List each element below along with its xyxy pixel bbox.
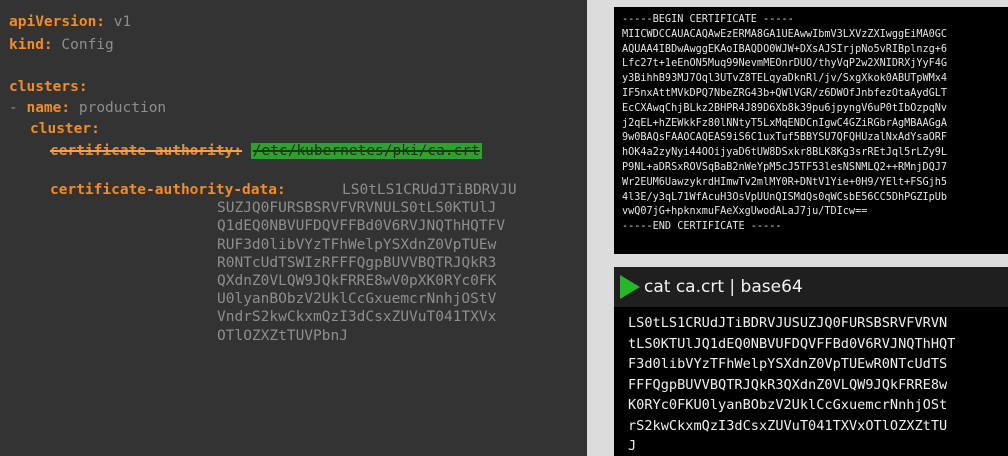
- cert-line: 4l3E/y3qL71WfAcuH3OsVpUUnQISMdQs0qWCsbE5…: [622, 191, 948, 203]
- ca-data-line: LS0tLS1CRUdJTiBDRVJU: [342, 182, 517, 198]
- ca-data-line: OTlOZXZtTUVPbnJ: [217, 327, 348, 344]
- yaml-key-kind: kind:: [9, 37, 53, 53]
- terminal-output-line: LS0tLS1CRUdJTiBDRVJUSUZJQ0FURSBSRVFVRVN: [628, 315, 948, 331]
- yaml-key-apiversion: apiVersion:: [9, 14, 106, 30]
- cert-line: hOK4a2zyNyi44OOijyaD6tUW8DSxkr8BLK8Kg3sr…: [622, 147, 948, 159]
- terminal-command: cat ca.crt | base64: [644, 277, 803, 297]
- yaml-key-cluster: cluster:: [30, 121, 100, 137]
- cert-line: vwQ07jG+hpknxmuFAeXxgUwodALaJ7ju/TDIcw==: [622, 206, 868, 218]
- cert-line: EcCXAwqChjBLkz2BHPR4J89D6Xb8k39pu6jpyngV…: [622, 102, 948, 114]
- cert-line: -----END CERTIFICATE -----: [622, 221, 782, 233]
- yaml-line-cluster: cluster:: [30, 120, 100, 138]
- ca-data-line: SUZJQ0FURSBSRVFVRVNULS0tLS0KTUlJ: [217, 200, 497, 217]
- cert-line: j2qEL+hZEWkkFz80lNNtyT5LxMqENDCnIgwC4GZi…: [622, 117, 948, 129]
- prompt-arrow-icon: [620, 275, 640, 299]
- terminal-command-bar: cat ca.crt | base64: [614, 267, 1008, 307]
- yaml-line-certificate-authority: certificate-authority: /etc/kubernetes/p…: [50, 142, 482, 160]
- terminal-output-line: K0RYc0FKU0lyanBObzV2UklCcGxuemcrNnhjOSt: [628, 397, 948, 413]
- yaml-line-name: - name: production: [9, 99, 166, 117]
- yaml-key-clusters: clusters:: [9, 79, 88, 95]
- terminal-output-line: J: [628, 438, 637, 454]
- yaml-line-kind: kind: Config: [9, 36, 114, 54]
- cert-line: Lfc27t+1eEnON5Muq99NevmMEOnrDUO/thyVqP2w…: [622, 58, 948, 70]
- yaml-value-apiversion: v1: [105, 14, 132, 30]
- terminal-output-line: F3d0libVYzTFhWelpYSXdnZ0VpTUEwR0NTcUdTS: [628, 356, 948, 372]
- cert-line: -----BEGIN CERTIFICATE -----: [622, 14, 794, 25]
- cert-line: 9w0BAQsFAAOCAQEAS9iS6C1uxTuf5BBYSU7QFQHU…: [622, 132, 948, 144]
- cert-line: IF5nxAttMVkDPQ7NbeZRG43b+QWlVGR/z6DWOfJn…: [622, 88, 948, 99]
- cert-line: AQUAA4IBDwAwggEKAoIBAQDO0WJW+DXsAJSIrjpN…: [622, 43, 948, 55]
- certificate-pem-panel: -----BEGIN CERTIFICATE ----- MIICWDCCAUA…: [614, 7, 1008, 254]
- ca-data-line: QXdnZ0VLQW9JQkFRRE8wV0pXK0RYc0FK: [217, 273, 497, 290]
- yaml-key-certificate-authority: certificate-authority:: [50, 143, 243, 159]
- cert-line: y3BihhB93MJ7Oql3UTvZ8TELqyaDknRl/jv/SxgX…: [622, 73, 948, 85]
- terminal-panel: cat ca.crt | base64 LS0tLS1CRUdJTiBDRVJU…: [614, 267, 1008, 456]
- ca-data-line: VndrS2kwCkxmQzI3dCsxZUVuT041TXVx: [217, 309, 497, 326]
- ca-data-line: RUF3d0libVYzTFhWelpYSXdnZ0VpTUEw: [217, 236, 497, 253]
- cert-line: P9NL+aDRSxROVSqBaB2nWeYpM5cJ5TF53lesNSNM…: [622, 162, 948, 173]
- yaml-line-clusters: clusters:: [9, 78, 88, 96]
- kubeconfig-yaml-panel: apiVersion: v1 kind: Config clusters: - …: [0, 0, 587, 456]
- ca-data-line: Q1dEQ0NBVUFDQVFFBd0V6RVJNQThHQTFV: [217, 218, 506, 235]
- terminal-output-line: FFFQgpBUVVBQTRJQkR3QXdnZ0VLQW9JQkFRRE8w: [628, 376, 948, 393]
- cert-line: MIICWDCCAUACAQAwEzERMA8GA1UEAwwIbmV3LXVz…: [622, 28, 948, 40]
- terminal-output-line: tLS0KTUlJQ1dEQ0NBVUFDQVFFBd0V6RVJNQThHQT: [628, 335, 956, 352]
- ca-data-line: R0NTcUdTSWIzRFFFQgpBUVVBQTRJQkR3: [217, 254, 497, 271]
- yaml-list-dash: -: [9, 100, 27, 116]
- yaml-value-kind: Config: [52, 37, 114, 53]
- yaml-value-certificate-authority: /etc/kubernetes/pki/ca.crt: [250, 143, 482, 159]
- yaml-line-apiversion: apiVersion: v1: [9, 13, 131, 31]
- ca-data-line: U0lyanBObzV2UklCcGxuemcrNnhjOStV: [217, 291, 497, 308]
- cert-line: Wr2EUM6UawzykrdHImwTv2mlMY0R+DNtV1Yie+0H…: [622, 176, 948, 188]
- certificate-authority-data-value: LS0tLS1CRUdJTiBDRVJU SUZJQ0FURSBSRVFVRVN…: [217, 181, 517, 345]
- yaml-value-name: production: [70, 100, 167, 116]
- yaml-key-name: name:: [26, 100, 71, 116]
- terminal-output-line: rS2kwCkxmQzI3dCsxZUVuT041TXVxOTlOZXZtTU: [628, 417, 948, 434]
- terminal-output: LS0tLS1CRUdJTiBDRVJUSUZJQ0FURSBSRVFVRVN …: [628, 313, 955, 456]
